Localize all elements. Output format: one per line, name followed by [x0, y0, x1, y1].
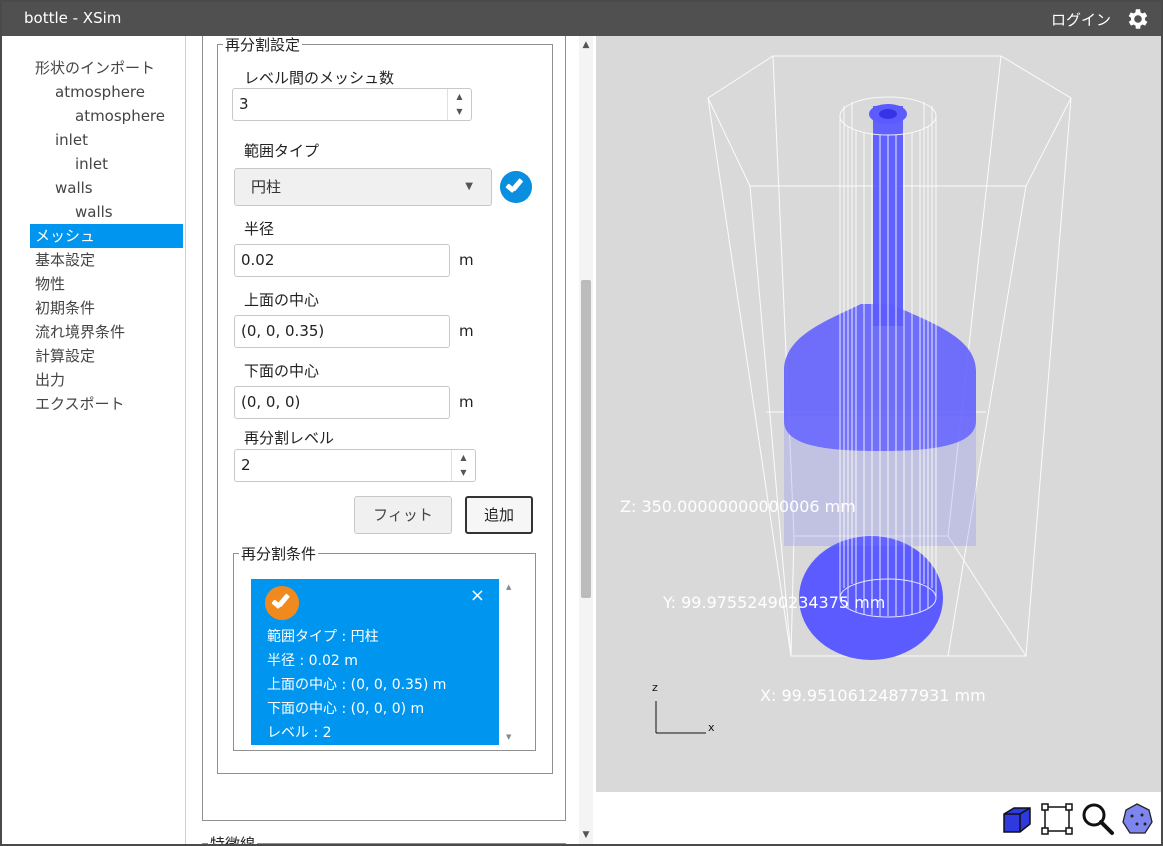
range-type-label: 範囲タイプ	[244, 142, 320, 160]
app-window: bottle - XSim ログイン 形状のインポート atmosphere a…	[0, 0, 1163, 846]
sidebar-item-output[interactable]: 出力	[2, 368, 186, 392]
top-center-label: 上面の中心	[244, 291, 320, 309]
login-link[interactable]: ログイン	[1051, 9, 1111, 30]
panel-scrollbar[interactable]: ▲ ▼	[579, 36, 593, 844]
axis-z-label: z	[652, 681, 658, 694]
window-title: bottle - XSim	[24, 9, 122, 27]
settings-panel: 再分割設定 レベル間のメッシュ数 3 ▲ ▼ 範囲タイプ 円柱 ▼ 半径 0.0…	[187, 36, 595, 844]
sidebar-item-walls-child[interactable]: walls	[2, 200, 186, 224]
mesh-settings-box: 再分割設定 レベル間のメッシュ数 3 ▲ ▼ 範囲タイプ 円柱 ▼ 半径 0.0…	[202, 36, 566, 821]
sidebar-item-properties[interactable]: 物性	[2, 272, 186, 296]
scroll-up-icon[interactable]: ▲	[579, 38, 593, 52]
sidebar-item-atmosphere-child[interactable]: atmosphere	[2, 104, 186, 128]
sidebar-item-export[interactable]: エクスポート	[2, 392, 186, 416]
bottom-center-unit: m	[459, 393, 474, 411]
radius-label: 半径	[244, 220, 275, 238]
add-button[interactable]: 追加	[465, 496, 533, 534]
brush-icon	[265, 586, 299, 620]
feature-lines-group: 特徴線	[202, 833, 566, 844]
sidebar-item-mesh[interactable]: メッシュ	[30, 224, 183, 248]
fit-button[interactable]: フィット	[354, 496, 452, 534]
gear-icon[interactable]	[1125, 6, 1151, 32]
close-icon[interactable]: ×	[470, 585, 485, 606]
sidebar-item-basic-settings[interactable]: 基本設定	[2, 248, 186, 272]
zoom-icon[interactable]	[1081, 802, 1115, 836]
sidebar-item-initial-conditions[interactable]: 初期条件	[2, 296, 186, 320]
chevron-down-icon: ▼	[465, 181, 473, 192]
condition-level: レベル : 2	[267, 725, 332, 741]
sidebar-item-flow-boundary[interactable]: 流れ境界条件	[2, 320, 186, 344]
sidebar: 形状のインポート atmosphere atmosphere inlet inl…	[2, 36, 186, 844]
refine-level-input[interactable]: 2 ▲ ▼	[234, 449, 476, 482]
mesh-between-levels-spinner[interactable]: ▲ ▼	[447, 89, 471, 120]
3d-viewer[interactable]: Z: 350.00000000000006 mm Y: 99.975524902…	[596, 36, 1161, 792]
y-dimension-label: Y: 99.97552490234375 mm	[663, 593, 886, 612]
range-type-value: 円柱	[251, 178, 282, 196]
condition-list-scrollbar[interactable]: ▲ ▼	[503, 579, 517, 745]
bottle-model-render	[655, 55, 1072, 734]
radius-value: 0.02	[241, 251, 275, 269]
sidebar-item-import[interactable]: 形状のインポート	[2, 56, 186, 80]
condition-top-center: 上面の中心 : (0, 0, 0.35) m	[267, 677, 447, 693]
z-dimension-label: Z: 350.00000000000006 mm	[620, 497, 856, 516]
sidebar-tree: 形状のインポート atmosphere atmosphere inlet inl…	[2, 56, 186, 416]
sidebar-item-walls[interactable]: walls	[2, 176, 186, 200]
bottom-center-input[interactable]: (0, 0, 0)	[234, 386, 450, 419]
mesh-between-levels-label: レベル間のメッシュ数	[244, 69, 395, 87]
scroll-down-icon[interactable]: ▼	[579, 828, 593, 842]
refine-conditions-legend: 再分割条件	[241, 545, 317, 563]
title-bar: bottle - XSim ログイン	[2, 2, 1161, 36]
bottom-center-label: 下面の中心	[244, 362, 320, 380]
bottom-center-value: (0, 0, 0)	[241, 393, 301, 411]
radius-unit: m	[459, 251, 474, 269]
refine-conditions-group: 再分割条件 × 範囲タイプ : 円柱 半径 : 0.02 m 上面の中心 : (…	[233, 543, 536, 751]
top-center-input[interactable]: (0, 0, 0.35)	[234, 315, 450, 348]
condition-radius: 半径 : 0.02 m	[267, 653, 358, 669]
fit-frame-icon[interactable]	[1040, 802, 1074, 836]
sidebar-item-inlet-child[interactable]: inlet	[2, 152, 186, 176]
viewer-toolbar	[596, 792, 1161, 844]
refine-settings-legend: 再分割設定	[225, 36, 301, 54]
mesh-sphere-icon[interactable]	[1120, 802, 1154, 836]
refine-level-label: 再分割レベル	[244, 429, 335, 447]
refine-level-spinner[interactable]: ▲ ▼	[451, 450, 475, 481]
axis-x-label: x	[708, 721, 715, 734]
top-center-value: (0, 0, 0.35)	[241, 322, 325, 340]
mesh-between-levels-input[interactable]: 3 ▲ ▼	[232, 88, 472, 121]
sidebar-item-atmosphere[interactable]: atmosphere	[2, 80, 186, 104]
top-center-unit: m	[459, 322, 474, 340]
brush-icon[interactable]	[500, 171, 532, 203]
condition-card[interactable]: × 範囲タイプ : 円柱 半径 : 0.02 m 上面の中心 : (0, 0, …	[251, 579, 499, 745]
scrollbar-thumb[interactable]	[581, 280, 591, 598]
condition-list: × 範囲タイプ : 円柱 半径 : 0.02 m 上面の中心 : (0, 0, …	[251, 579, 517, 749]
mesh-between-levels-value: 3	[239, 95, 249, 113]
radius-input[interactable]: 0.02	[234, 244, 450, 277]
x-dimension-label: X: 99.95106124877931 mm	[760, 686, 986, 705]
feature-lines-legend: 特徴線	[210, 835, 256, 844]
cube-icon[interactable]	[1000, 802, 1034, 836]
refine-settings-group: 再分割設定 レベル間のメッシュ数 3 ▲ ▼ 範囲タイプ 円柱 ▼ 半径 0.0…	[217, 36, 553, 774]
sidebar-item-inlet[interactable]: inlet	[2, 128, 186, 152]
refine-level-value: 2	[241, 456, 251, 474]
condition-range-type: 範囲タイプ : 円柱	[267, 629, 379, 645]
condition-bottom-center: 下面の中心 : (0, 0, 0) m	[267, 701, 425, 717]
range-type-select[interactable]: 円柱 ▼	[234, 168, 492, 206]
sidebar-item-calc-settings[interactable]: 計算設定	[2, 344, 186, 368]
